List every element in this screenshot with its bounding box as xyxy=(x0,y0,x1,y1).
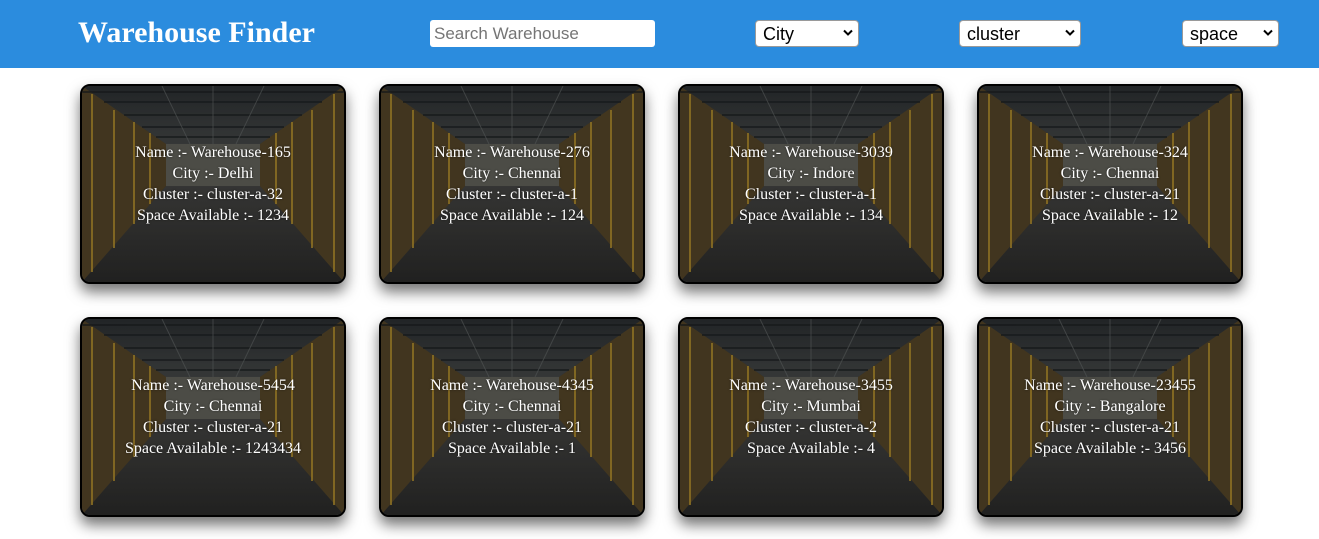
warehouse-cluster: Cluster :- cluster-a-21 xyxy=(1039,186,1181,203)
warehouse-card[interactable]: Name :- Warehouse-3039 City :- Indore Cl… xyxy=(678,84,944,284)
warehouse-info: Name :- Warehouse-23455 City :- Bangalor… xyxy=(979,375,1241,459)
warehouse-name: Name :- Warehouse-23455 xyxy=(1024,377,1196,394)
space-select-value: space xyxy=(1190,24,1239,44)
city-select-value: City xyxy=(763,24,794,44)
chevron-down-icon xyxy=(1263,29,1273,36)
chevron-down-icon xyxy=(843,29,853,36)
warehouse-city: City :- Chennai xyxy=(462,398,562,415)
warehouse-city: City :- Chennai xyxy=(163,398,263,415)
warehouse-city: City :- Chennai xyxy=(1060,165,1160,182)
warehouse-name: Name :- Warehouse-276 xyxy=(434,144,590,161)
search-input[interactable] xyxy=(430,20,655,47)
warehouse-name: Name :- Warehouse-4345 xyxy=(430,377,594,394)
warehouse-card[interactable]: Name :- Warehouse-324 City :- Chennai Cl… xyxy=(977,84,1243,284)
warehouse-info: Name :- Warehouse-3455 City :- Mumbai Cl… xyxy=(680,375,942,459)
warehouse-cluster: Cluster :- cluster-a-21 xyxy=(142,419,284,436)
warehouse-space: Space Available :- 1234 xyxy=(136,207,290,224)
warehouse-card[interactable]: Name :- Warehouse-165 City :- Delhi Clus… xyxy=(80,84,346,284)
warehouse-space: Space Available :- 12 xyxy=(1041,207,1179,224)
warehouse-city: City :- Indore xyxy=(767,165,855,182)
warehouse-space: Space Available :- 4 xyxy=(746,440,876,457)
space-select[interactable]: space xyxy=(1182,20,1279,47)
chevron-down-icon xyxy=(1065,29,1075,36)
app-title: Warehouse Finder xyxy=(78,16,315,49)
warehouse-card[interactable]: Name :- Warehouse-3455 City :- Mumbai Cl… xyxy=(678,317,944,517)
warehouse-space: Space Available :- 1243434 xyxy=(124,440,302,457)
warehouse-info: Name :- Warehouse-165 City :- Delhi Clus… xyxy=(82,142,344,226)
warehouse-card[interactable]: Name :- Warehouse-4345 City :- Chennai C… xyxy=(379,317,645,517)
warehouse-card[interactable]: Name :- Warehouse-23455 City :- Bangalor… xyxy=(977,317,1243,517)
cluster-select[interactable]: cluster xyxy=(959,20,1081,47)
warehouse-card[interactable]: Name :- Warehouse-276 City :- Chennai Cl… xyxy=(379,84,645,284)
warehouse-info: Name :- Warehouse-5454 City :- Chennai C… xyxy=(82,375,344,459)
warehouse-cluster: Cluster :- cluster-a-21 xyxy=(441,419,583,436)
warehouse-city: City :- Bangalore xyxy=(1054,398,1166,415)
warehouse-name: Name :- Warehouse-165 xyxy=(135,144,291,161)
warehouse-cluster: Cluster :- cluster-a-1 xyxy=(445,186,579,203)
warehouse-city: City :- Delhi xyxy=(172,165,254,182)
warehouse-name: Name :- Warehouse-324 xyxy=(1032,144,1188,161)
warehouse-cluster: Cluster :- cluster-a-21 xyxy=(1039,419,1181,436)
warehouse-name: Name :- Warehouse-3455 xyxy=(729,377,893,394)
cluster-select-value: cluster xyxy=(967,24,1021,44)
warehouse-space: Space Available :- 1 xyxy=(447,440,577,457)
warehouse-cluster: Cluster :- cluster-a-2 xyxy=(744,419,878,436)
warehouse-info: Name :- Warehouse-276 City :- Chennai Cl… xyxy=(381,142,643,226)
warehouse-name: Name :- Warehouse-3039 xyxy=(729,144,893,161)
warehouse-info: Name :- Warehouse-3039 City :- Indore Cl… xyxy=(680,142,942,226)
warehouse-info: Name :- Warehouse-324 City :- Chennai Cl… xyxy=(979,142,1241,226)
warehouse-cluster: Cluster :- cluster-a-32 xyxy=(142,186,284,203)
warehouse-space: Space Available :- 124 xyxy=(439,207,585,224)
header-bar: Warehouse Finder City cluster space xyxy=(0,0,1319,68)
warehouse-card[interactable]: Name :- Warehouse-5454 City :- Chennai C… xyxy=(80,317,346,517)
warehouse-space: Space Available :- 3456 xyxy=(1033,440,1187,457)
warehouse-name: Name :- Warehouse-5454 xyxy=(131,377,295,394)
warehouse-info: Name :- Warehouse-4345 City :- Chennai C… xyxy=(381,375,643,459)
city-select[interactable]: City xyxy=(755,20,859,47)
warehouse-city: City :- Mumbai xyxy=(761,398,861,415)
warehouse-space: Space Available :- 134 xyxy=(738,207,884,224)
warehouse-cluster: Cluster :- cluster-a-1 xyxy=(744,186,878,203)
warehouse-city: City :- Chennai xyxy=(462,165,562,182)
